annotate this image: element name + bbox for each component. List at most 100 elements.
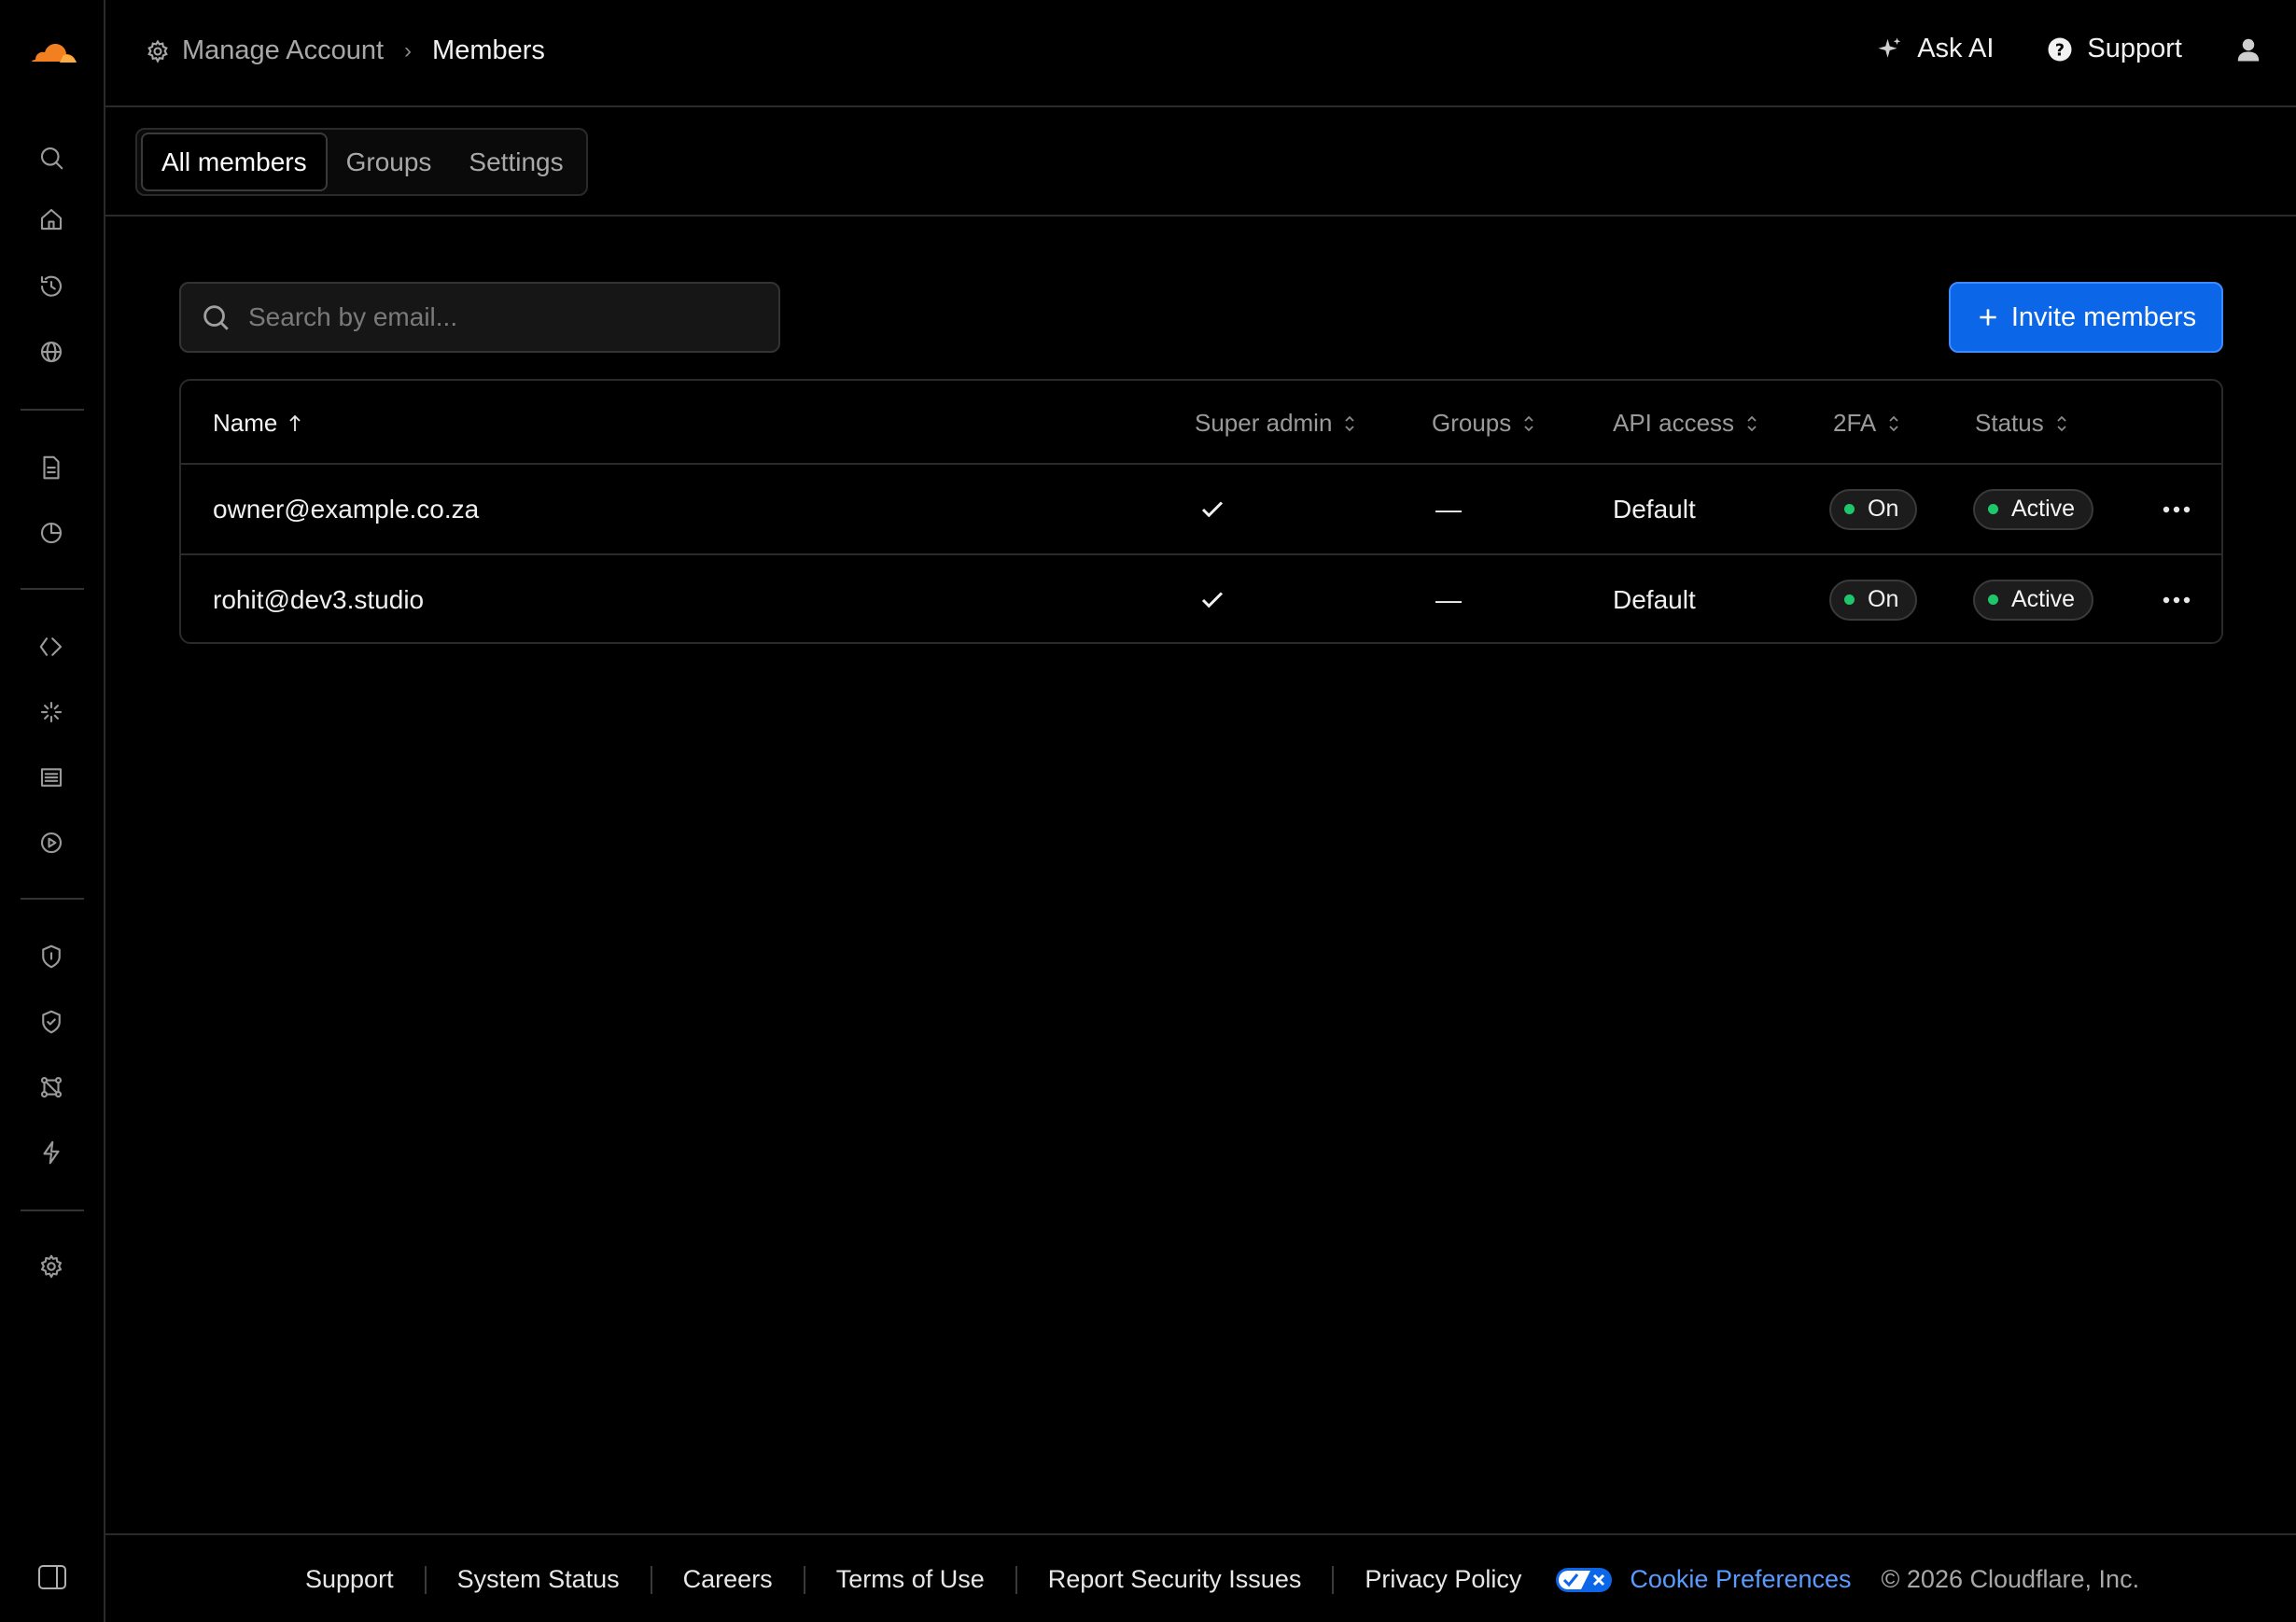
footer: Support System Status Careers Terms of U… bbox=[105, 1533, 2296, 1622]
footer-link-system-status[interactable]: System Status bbox=[457, 1565, 620, 1594]
history-icon[interactable] bbox=[35, 271, 67, 302]
sidebar bbox=[0, 0, 105, 1622]
cookie-preferences-link[interactable]: Cookie Preferences bbox=[1555, 1565, 1852, 1594]
home-icon[interactable] bbox=[35, 203, 67, 235]
cookie-preferences-label[interactable]: Cookie Preferences bbox=[1630, 1565, 1851, 1594]
breadcrumb-parent-label[interactable]: Manage Account bbox=[182, 35, 384, 66]
footer-link-careers[interactable]: Careers bbox=[683, 1565, 773, 1594]
sparkle-icon bbox=[1878, 37, 1901, 58]
search-input[interactable] bbox=[248, 302, 752, 332]
network-icon[interactable] bbox=[35, 1071, 67, 1103]
twofa-badge: On bbox=[1829, 579, 1918, 621]
sidebar-divider bbox=[21, 1210, 84, 1211]
status-dot bbox=[1844, 504, 1855, 514]
footer-link-report-security[interactable]: Report Security Issues bbox=[1048, 1565, 1302, 1594]
search-icon[interactable] bbox=[35, 142, 67, 174]
groups-dash: — bbox=[1435, 584, 1462, 614]
footer-divider bbox=[1332, 1565, 1335, 1594]
column-header-label: Name bbox=[213, 409, 278, 437]
invite-members-button[interactable]: Invite members bbox=[1949, 282, 2223, 353]
sort-ascending-icon bbox=[289, 414, 301, 431]
footer-link-support[interactable]: Support bbox=[305, 1565, 394, 1594]
user-menu-button[interactable] bbox=[2234, 35, 2262, 63]
column-header-2fa[interactable]: 2FA bbox=[1833, 409, 1902, 438]
shield-icon[interactable] bbox=[35, 941, 67, 972]
document-icon[interactable] bbox=[35, 452, 67, 483]
support-label: Support bbox=[2087, 34, 2182, 63]
column-header-status[interactable]: Status bbox=[1975, 409, 2070, 438]
bolt-icon[interactable] bbox=[35, 1137, 67, 1168]
copyright: © 2026 Cloudflare, Inc. bbox=[1881, 1565, 2140, 1593]
status-badge: Active bbox=[1973, 579, 2094, 621]
chart-pie-icon[interactable] bbox=[35, 517, 67, 549]
footer-link-terms[interactable]: Terms of Use bbox=[836, 1565, 985, 1594]
globe-icon[interactable] bbox=[35, 336, 67, 368]
members-table: Name Super admin Groups API access 2FA S… bbox=[179, 379, 2223, 644]
chevron-right-icon: › bbox=[404, 37, 413, 63]
footer-divider bbox=[650, 1565, 652, 1594]
privacy-choices-icon bbox=[1556, 1567, 1613, 1592]
column-header-name[interactable]: Name bbox=[213, 409, 303, 438]
tab-settings[interactable]: Settings bbox=[450, 133, 581, 191]
groups-value: — bbox=[1435, 465, 1462, 553]
column-header-api-access[interactable]: API access bbox=[1613, 409, 1760, 438]
twofa-label: On bbox=[1868, 496, 1899, 522]
sort-icon bbox=[1747, 415, 1757, 431]
groups-dash: — bbox=[1435, 494, 1462, 524]
sort-icon bbox=[1889, 415, 1898, 431]
code-icon[interactable] bbox=[35, 631, 67, 663]
footer-divider bbox=[424, 1565, 427, 1594]
sidebar-divider bbox=[21, 898, 84, 900]
status-dot bbox=[1988, 594, 1998, 605]
breadcrumb-manage-account[interactable]: Manage Account bbox=[145, 35, 384, 66]
tab-all-members[interactable]: All members bbox=[141, 133, 328, 191]
table-header: Name Super admin Groups API access 2FA S… bbox=[181, 381, 2221, 465]
sparkle-icon[interactable] bbox=[35, 696, 67, 728]
top-header: Manage Account › Members Ask AI ? Suppor… bbox=[105, 0, 2296, 107]
support-button[interactable]: ? Support bbox=[2046, 34, 2182, 64]
twofa-badge: On bbox=[1829, 488, 1918, 530]
status-badge: Active bbox=[1973, 488, 2094, 530]
cloudflare-logo[interactable] bbox=[22, 35, 80, 71]
user-icon bbox=[2237, 38, 2260, 61]
column-header-label: Groups bbox=[1432, 409, 1512, 437]
member-email: owner@example.co.za bbox=[213, 494, 480, 524]
ask-ai-button[interactable]: Ask AI bbox=[1876, 34, 1994, 64]
status-cell: Active bbox=[1973, 465, 2094, 553]
search-icon bbox=[203, 305, 229, 330]
member-email: rohit@dev3.studio bbox=[213, 584, 425, 614]
status-label: Active bbox=[2011, 496, 2076, 522]
tab-groups[interactable]: Groups bbox=[328, 133, 451, 191]
column-header-groups[interactable]: Groups bbox=[1432, 409, 1537, 438]
breadcrumb-current: Members bbox=[432, 35, 545, 65]
list-icon[interactable] bbox=[35, 762, 67, 793]
more-actions-icon[interactable] bbox=[2162, 555, 2191, 642]
sidebar-toggle-icon[interactable] bbox=[37, 1564, 67, 1590]
sort-icon bbox=[1524, 415, 1533, 431]
ask-ai-label: Ask AI bbox=[1917, 34, 1995, 63]
api-access-value: Default bbox=[1613, 584, 1696, 614]
sidebar-divider bbox=[21, 409, 84, 411]
footer-divider bbox=[803, 1565, 805, 1594]
status-label: Active bbox=[2011, 586, 2076, 612]
breadcrumb: Manage Account › Members bbox=[145, 35, 545, 66]
invite-members-label: Invite members bbox=[2010, 301, 2197, 332]
plus-icon bbox=[1980, 309, 1996, 326]
play-icon[interactable] bbox=[35, 827, 67, 859]
twofa-label: On bbox=[1868, 586, 1899, 612]
more-actions-icon[interactable] bbox=[2162, 465, 2191, 553]
column-header-label: Super admin bbox=[1195, 409, 1333, 437]
column-header-super-admin[interactable]: Super admin bbox=[1195, 409, 1358, 438]
footer-link-privacy[interactable]: Privacy Policy bbox=[1365, 1565, 1521, 1594]
table-row[interactable]: rohit@dev3.studio — Default On Active bbox=[181, 553, 2221, 642]
tab-bar: All members Groups Settings bbox=[105, 107, 2296, 217]
column-header-label: 2FA bbox=[1833, 409, 1877, 437]
super-admin-check-icon bbox=[1198, 465, 1226, 553]
sort-icon bbox=[1345, 415, 1355, 431]
column-header-label: API access bbox=[1613, 409, 1735, 437]
sidebar-divider bbox=[21, 588, 84, 590]
gear-icon[interactable] bbox=[35, 1251, 67, 1282]
search-box[interactable] bbox=[179, 282, 780, 353]
shield-check-icon[interactable] bbox=[35, 1006, 67, 1038]
table-row[interactable]: owner@example.co.za — Default On Active bbox=[181, 465, 2221, 553]
